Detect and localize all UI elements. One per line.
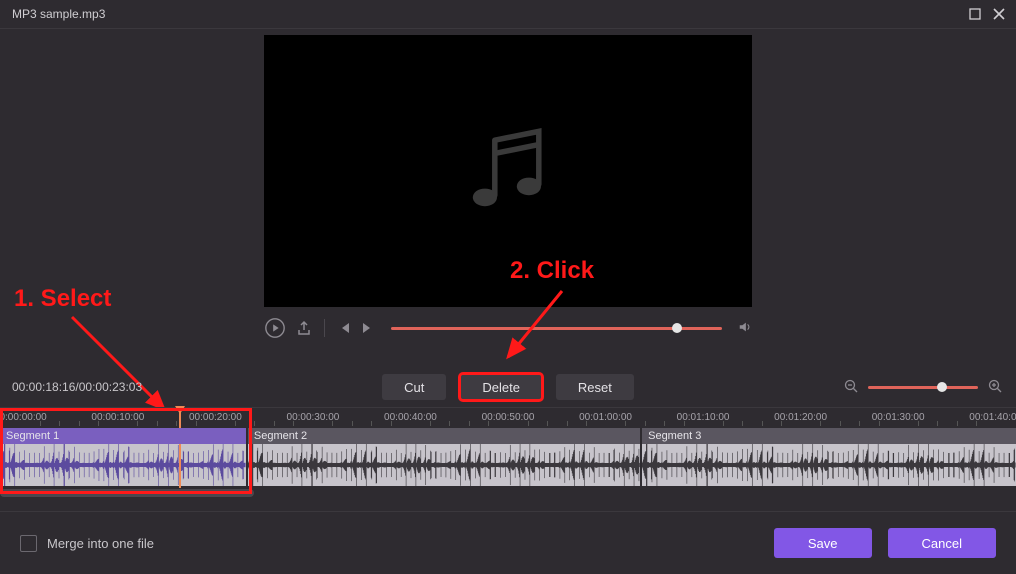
ruler-tick-label: 00:00:30:00 — [287, 412, 340, 423]
timeline-ruler[interactable]: 00:00:00:0000:00:10:0000:00:20:0000:00:3… — [0, 407, 1016, 428]
timecode-display: 00:00:18:16/00:00:23:03 — [12, 380, 142, 394]
zoom-out-button[interactable] — [844, 379, 858, 396]
segment-2[interactable]: Segment 2 — [248, 428, 640, 486]
ruler-tick-label: 00:01:00:00 — [579, 412, 632, 423]
save-button[interactable]: Save — [774, 528, 872, 558]
zoom-out-icon — [844, 379, 858, 393]
segment-1-waveform — [0, 444, 246, 486]
ruler-tick-label: 00:01:20:00 — [774, 412, 827, 423]
ruler-tick-label: 00:00:40:00 — [384, 412, 437, 423]
ruler-tick-label: 00:00:50:00 — [482, 412, 535, 423]
timeline-hscrollbar-thumb[interactable] — [0, 489, 254, 497]
ruler-tick-label: 00:01:40:00 — [969, 412, 1016, 423]
segment-3[interactable]: Segment 3 — [642, 428, 1016, 486]
timeline-hscrollbar[interactable] — [0, 488, 1016, 498]
segment-1-label: Segment 1 — [0, 428, 246, 444]
edit-toolbar: 00:00:18:16/00:00:23:03 Cut Delete Reset — [0, 367, 1016, 407]
playback-progress-slider[interactable] — [391, 327, 722, 330]
zoom-in-button[interactable] — [988, 379, 1002, 396]
segment-3-waveform — [642, 444, 1016, 486]
next-icon — [361, 321, 375, 335]
music-note-icon — [453, 116, 563, 226]
merge-checkbox-label: Merge into one file — [47, 536, 154, 551]
prev-icon — [337, 321, 351, 335]
maximize-icon — [969, 8, 981, 20]
segment-2-label: Segment 2 — [248, 428, 640, 444]
cut-button[interactable]: Cut — [382, 374, 446, 400]
export-icon — [296, 320, 312, 336]
ruler-tick-label: 00:01:30:00 — [872, 412, 925, 423]
prev-frame-button[interactable] — [337, 321, 351, 335]
play-button[interactable] — [264, 317, 286, 339]
zoom-in-icon — [988, 379, 1002, 393]
close-icon — [993, 8, 1005, 20]
waveform-track[interactable]: Segment 1 Segment 2 Segment 3 — [0, 428, 1016, 486]
export-button[interactable] — [296, 320, 312, 336]
playhead[interactable] — [179, 408, 181, 490]
footer-bar: Merge into one file Save Cancel — [0, 511, 1016, 574]
ruler-tick-label: 00:01:10:00 — [677, 412, 730, 423]
player-controls — [264, 317, 752, 339]
volume-icon — [738, 320, 752, 334]
close-button[interactable] — [990, 5, 1008, 23]
reset-button[interactable]: Reset — [556, 374, 634, 400]
preview-canvas — [264, 35, 752, 307]
merge-checkbox[interactable] — [20, 535, 37, 552]
delete-button[interactable]: Delete — [460, 374, 542, 400]
ruler-tick-label: 00:00:20:00 — [189, 412, 242, 423]
ruler-tick-label: 00:00:10:00 — [91, 412, 144, 423]
segment-2-waveform — [248, 444, 640, 486]
maximize-button[interactable] — [966, 5, 984, 23]
cancel-button[interactable]: Cancel — [888, 528, 996, 558]
preview-stage: 1. Select 2. Click — [0, 29, 1016, 367]
zoom-slider[interactable] — [868, 386, 978, 389]
segment-3-label: Segment 3 — [642, 428, 1016, 444]
next-frame-button[interactable] — [361, 321, 375, 335]
titlebar: MP3 sample.mp3 — [0, 0, 1016, 28]
annotation-step1: 1. Select — [14, 285, 111, 313]
play-icon — [264, 317, 286, 339]
segment-1[interactable]: Segment 1 — [0, 428, 246, 486]
volume-button[interactable] — [738, 320, 752, 337]
window-title: MP3 sample.mp3 — [8, 7, 960, 21]
